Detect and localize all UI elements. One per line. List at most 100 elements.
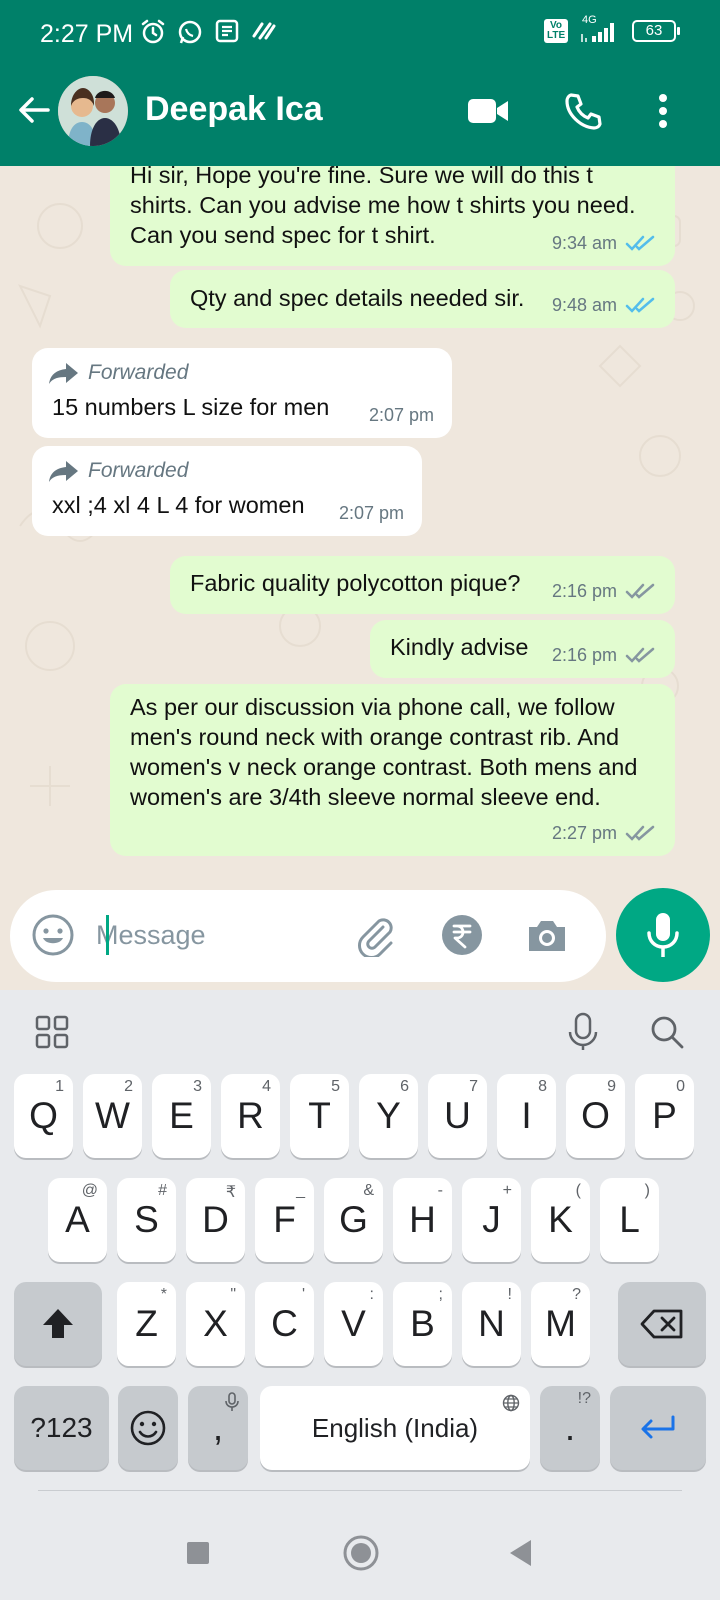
key-n[interactable]: ! N: [462, 1282, 521, 1366]
key-s[interactable]: # S: [117, 1178, 176, 1262]
comma-key[interactable]: ,: [188, 1386, 248, 1470]
key-y[interactable]: 6Y: [359, 1074, 418, 1158]
system-indicators: Vo LTE 4G 63: [544, 14, 680, 44]
app-header: 2:27 PM Vo LTE 4G 63 Deepak Ica: [0, 0, 720, 166]
key-i[interactable]: 8I: [497, 1074, 556, 1158]
voice-message-button[interactable]: [616, 888, 710, 982]
key-d[interactable]: ₹ D: [186, 1178, 245, 1262]
symbols-key[interactable]: ?123: [14, 1386, 109, 1470]
message-meta: 2:07 pm: [369, 400, 434, 430]
message-bubble-outgoing[interactable]: Hi sir, Hope you're fine. Sure we will d…: [110, 166, 675, 266]
recents-button[interactable]: [178, 1533, 218, 1573]
key-a[interactable]: @ A: [48, 1178, 107, 1262]
message-time: 9:48 am: [551, 295, 617, 315]
back-arrow-icon[interactable]: [14, 90, 54, 130]
read-ticks-icon: [625, 297, 655, 313]
signal-icon: 4G: [578, 14, 622, 44]
forwarded-label: Forwarded: [32, 446, 422, 486]
attach-icon[interactable]: [350, 910, 400, 960]
shift-arrow-icon: [43, 1309, 73, 1338]
key-p[interactable]: 0P: [635, 1074, 694, 1158]
message-meta: 2:27 pm: [552, 818, 657, 848]
more-options-icon[interactable]: [640, 88, 686, 134]
emoji-icon: [130, 1410, 166, 1446]
key-r[interactable]: 4R: [221, 1074, 280, 1158]
message-time: 2:07 pm: [338, 503, 404, 523]
message-composer: [10, 890, 606, 982]
camera-icon[interactable]: [522, 910, 572, 960]
key-j[interactable]: + J: [462, 1178, 521, 1262]
key-v[interactable]: :V: [324, 1282, 383, 1366]
search-icon[interactable]: [645, 1010, 689, 1054]
voice-call-icon[interactable]: [560, 88, 606, 134]
backspace-icon: [640, 1309, 683, 1339]
mic-hint-icon: [225, 1392, 239, 1411]
key-z[interactable]: * Z: [117, 1282, 176, 1366]
message-list[interactable]: Hi sir, Hope you're fine. Sure we will d…: [0, 166, 720, 888]
status-bar: 2:27 PM Vo LTE 4G 63: [0, 0, 720, 70]
key-e[interactable]: 3E: [152, 1074, 211, 1158]
key-x[interactable]: " X: [186, 1282, 245, 1366]
message-time: 2:07 pm: [368, 405, 434, 425]
news-icon: [215, 19, 239, 43]
voice-input-icon[interactable]: [561, 1010, 605, 1054]
video-call-icon[interactable]: [465, 88, 511, 134]
battery-icon: 63: [632, 20, 680, 42]
back-button[interactable]: [500, 1533, 540, 1573]
forwarded-label: Forwarded: [32, 348, 452, 388]
key-u[interactable]: 7U: [428, 1074, 487, 1158]
payment-rupee-icon[interactable]: [437, 910, 487, 960]
message-input[interactable]: [96, 910, 346, 960]
message-time: 2:16 pm: [551, 581, 617, 601]
key-w[interactable]: 2W: [83, 1074, 142, 1158]
message-bubble-outgoing[interactable]: Kindly advise 2:16 pm: [370, 620, 675, 678]
enter-arrow-icon: [641, 1415, 675, 1439]
whatsapp-icon: [178, 20, 202, 44]
delivered-ticks-icon: [625, 647, 655, 663]
key-f[interactable]: _ F: [255, 1178, 314, 1262]
key-o[interactable]: 9O: [566, 1074, 625, 1158]
contact-name[interactable]: Deepak Ica: [145, 90, 323, 129]
apps-grid-icon[interactable]: [30, 1010, 74, 1054]
status-time: 2:27 PM: [40, 20, 134, 48]
delivered-ticks-icon: [625, 583, 655, 599]
circle-icon: [343, 1535, 379, 1571]
message-time: 2:16 pm: [551, 645, 617, 665]
key-b[interactable]: ; B: [393, 1282, 452, 1366]
key-k[interactable]: (K: [531, 1178, 590, 1262]
key-q[interactable]: 1Q: [14, 1074, 73, 1158]
contact-avatar[interactable]: [58, 76, 128, 146]
message-bubble-outgoing[interactable]: Fabric quality polycotton pique? 2:16 pm: [170, 556, 675, 614]
message-bubble-outgoing[interactable]: As per our discussion via phone call, we…: [110, 684, 675, 856]
message-time: 2:27 pm: [551, 823, 617, 843]
microphone-icon: [647, 913, 679, 957]
message-meta: 2:16 pm: [552, 576, 657, 606]
emoji-icon[interactable]: [28, 910, 78, 960]
key-g[interactable]: & G: [324, 1178, 383, 1262]
globe-icon: [502, 1394, 520, 1412]
key-t[interactable]: 5T: [290, 1074, 349, 1158]
key-l[interactable]: ) L: [600, 1178, 659, 1262]
message-meta: 9:34 am: [552, 228, 657, 258]
key-h[interactable]: -H: [393, 1178, 452, 1262]
backspace-key[interactable]: [618, 1282, 706, 1366]
message-bubble-incoming[interactable]: Forwarded xxl ;4 xl 4 L 4 for women 2:07…: [32, 446, 422, 536]
message-text: As per our discussion via phone call, we…: [130, 694, 638, 810]
read-ticks-icon: [625, 235, 655, 251]
message-meta: 2:07 pm: [339, 498, 404, 528]
message-meta: 9:48 am: [552, 290, 657, 320]
shift-key[interactable]: [14, 1282, 102, 1366]
message-meta: 2:16 pm: [552, 640, 657, 670]
alarm-icon: [141, 19, 165, 44]
key-m[interactable]: ? M: [531, 1282, 590, 1366]
message-bubble-outgoing[interactable]: Qty and spec details needed sir. 9:48 am: [170, 270, 675, 328]
home-button[interactable]: [341, 1533, 381, 1573]
key-c[interactable]: ' C: [255, 1282, 314, 1366]
emoji-key[interactable]: [118, 1386, 178, 1470]
enter-key[interactable]: [610, 1386, 706, 1470]
message-bubble-incoming[interactable]: Forwarded 15 numbers L size for men 2:07…: [32, 348, 452, 438]
forward-arrow-icon: [49, 363, 78, 384]
period-key[interactable]: !?.: [540, 1386, 600, 1470]
space-bar[interactable]: English (India): [260, 1386, 530, 1470]
square-icon: [187, 1542, 209, 1564]
